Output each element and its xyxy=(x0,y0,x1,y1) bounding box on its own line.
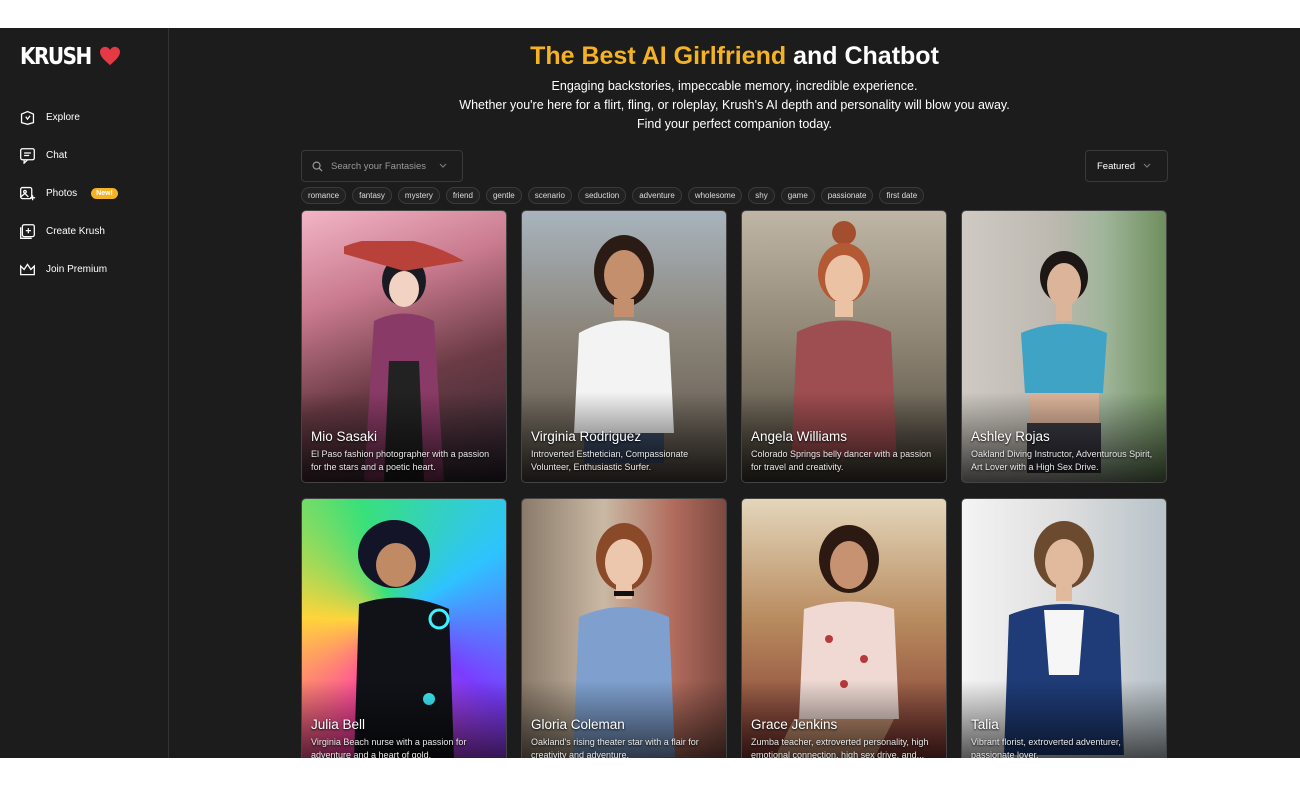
hero-subtitle-line2: Whether you're here for a flirt, fling, … xyxy=(459,98,1010,112)
chevron-down-icon xyxy=(439,163,447,168)
sidebar-item-label: Chat xyxy=(46,149,68,161)
character-name: Gloria Coleman xyxy=(531,717,625,732)
character-description: Introverted Esthetician, Compassionate V… xyxy=(531,449,689,472)
character-description: Virginia Beach nurse with a passion for … xyxy=(311,737,467,758)
character-name: Angela Williams xyxy=(751,429,848,444)
title-highlight: The Best AI Girlfriend xyxy=(530,42,787,70)
sort-dropdown[interactable]: Featured xyxy=(1085,150,1168,182)
character-name: Talia xyxy=(971,717,999,732)
photos-icon xyxy=(18,184,36,202)
character-name: Virginia Rodriguez xyxy=(531,429,642,444)
sidebar-item-explore[interactable]: Explore xyxy=(18,98,118,136)
tag-romance[interactable]: romance xyxy=(301,187,347,204)
sidebar: KRUSH Explore Chat Photos New! Create Kr… xyxy=(0,28,169,758)
character-description: Oakland's rising theater star with a fla… xyxy=(531,737,699,758)
tag-filter-list: romance fantasy mystery friend gentle sc… xyxy=(301,187,925,204)
hero-subtitle-line1: Engaging backstories, impeccable memory,… xyxy=(551,79,918,93)
tag-seduction[interactable]: seduction xyxy=(577,187,627,204)
sidebar-item-photos[interactable]: Photos New! xyxy=(18,174,118,212)
character-card[interactable]: Grace Jenkins Zumba teacher, extroverted… xyxy=(741,498,947,758)
character-description: Vibrant florist, extroverted adventurer,… xyxy=(971,737,1121,758)
tag-gentle[interactable]: gentle xyxy=(485,187,522,204)
heart-icon xyxy=(99,46,120,66)
character-card[interactable]: Mio Sasaki El Paso fashion photographer … xyxy=(301,210,507,483)
character-description: Colorado Springs belly dancer with a pas… xyxy=(751,449,932,472)
sidebar-item-label: Create Krush xyxy=(46,225,105,237)
tag-mystery[interactable]: mystery xyxy=(397,187,440,204)
search-input[interactable] xyxy=(331,160,431,172)
character-description: Oakland Diving Instructor, Adventurous S… xyxy=(971,449,1153,472)
crown-icon xyxy=(18,260,36,278)
tag-game[interactable]: game xyxy=(780,187,815,204)
character-card[interactable]: Angela Williams Colorado Springs belly d… xyxy=(741,210,947,483)
tag-friend[interactable]: friend xyxy=(445,187,480,204)
tag-first-date[interactable]: first date xyxy=(879,187,925,204)
sidebar-item-label: Explore xyxy=(46,111,80,123)
character-name: Mio Sasaki xyxy=(311,429,378,444)
new-badge: New! xyxy=(91,187,118,199)
sidebar-item-chat[interactable]: Chat xyxy=(18,136,118,174)
character-description: El Paso fashion photographer with a pass… xyxy=(311,449,490,472)
character-card[interactable]: Talia Vibrant florist, extroverted adven… xyxy=(961,498,1167,758)
hero-subtitle-line3: Find your perfect companion today. xyxy=(636,117,832,131)
character-name: Grace Jenkins xyxy=(751,717,838,732)
character-description: Zumba teacher, extroverted personality, … xyxy=(751,737,929,758)
sidebar-nav: Explore Chat Photos New! Create Krush Jo… xyxy=(18,98,118,288)
character-name: Ashley Rojas xyxy=(971,429,1050,444)
tag-passionate[interactable]: passionate xyxy=(820,187,874,204)
logo[interactable]: KRUSH xyxy=(20,42,121,70)
app-frame: KRUSH Explore Chat Photos New! Create Kr… xyxy=(0,28,1300,758)
tag-fantasy[interactable]: fantasy xyxy=(352,187,392,204)
tag-adventure[interactable]: adventure xyxy=(632,187,682,204)
create-icon xyxy=(18,222,36,240)
sidebar-item-label: Photos xyxy=(46,187,78,199)
sort-label: Featured xyxy=(1097,160,1136,172)
chat-icon xyxy=(18,146,36,164)
tag-shy[interactable]: shy xyxy=(748,187,775,204)
search-icon xyxy=(312,161,323,172)
tag-wholesome[interactable]: wholesome xyxy=(687,187,743,204)
character-card[interactable]: Gloria Coleman Oakland's rising theater … xyxy=(521,498,727,758)
main-content: The Best AI Girlfriend and Chatbot Engag… xyxy=(169,28,1300,758)
chevron-down-icon xyxy=(1143,163,1151,168)
sidebar-item-create-krush[interactable]: Create Krush xyxy=(18,212,118,250)
character-card[interactable]: Virginia Rodriguez Introverted Esthetici… xyxy=(521,210,727,483)
character-card[interactable]: Ashley Rojas Oakland Diving Instructor, … xyxy=(961,210,1167,483)
character-name: Julia Bell xyxy=(311,717,366,732)
sidebar-item-label: Join Premium xyxy=(46,263,108,275)
sidebar-item-join-premium[interactable]: Join Premium xyxy=(18,250,118,288)
character-card[interactable]: Julia Bell Virginia Beach nurse with a p… xyxy=(301,498,507,758)
search-box[interactable] xyxy=(301,150,463,182)
title-rest: and Chatbot xyxy=(786,42,939,70)
page-title: The Best AI Girlfriend and Chatbot xyxy=(169,42,1300,71)
logo-text: KRUSH xyxy=(20,42,92,70)
character-grid: Mio Sasaki El Paso fashion photographer … xyxy=(301,210,1169,758)
explore-icon xyxy=(18,108,36,126)
tag-scenario[interactable]: scenario xyxy=(527,187,572,204)
